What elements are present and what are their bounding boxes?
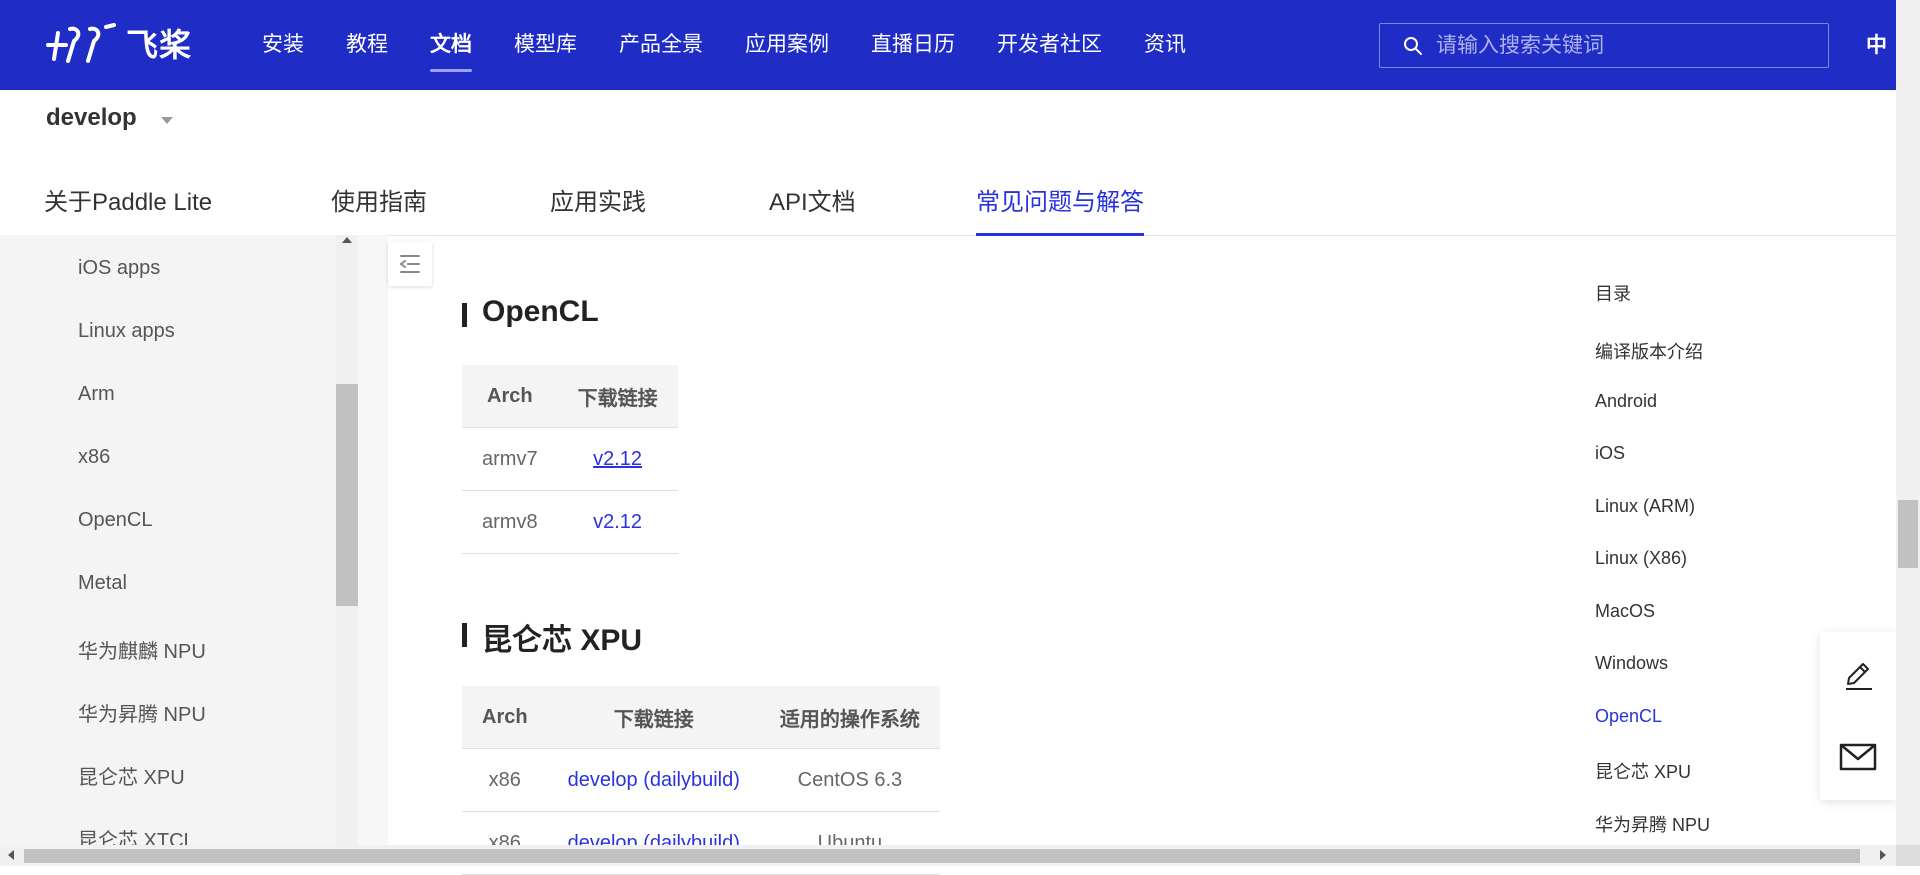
table-cell-arch: armv7	[462, 427, 558, 491]
sidebar-nav: iOS apps Linux apps Arm x86 OpenCL Metal…	[0, 235, 336, 845]
search-input[interactable]	[1436, 30, 1806, 62]
table-row: armv7 v2.12	[462, 427, 678, 491]
version-selector[interactable]: develop	[46, 104, 173, 132]
table-row: armv8 v2.12	[462, 490, 678, 554]
mail-icon	[1839, 743, 1877, 771]
nav-item-models[interactable]: 模型库	[514, 0, 577, 90]
table-header: Arch	[462, 365, 558, 428]
toc-title: 目录	[1595, 284, 1631, 304]
floating-actions	[1820, 632, 1896, 800]
scroll-left-arrow-icon[interactable]	[8, 850, 14, 860]
nav-item-live[interactable]: 直播日历	[871, 0, 955, 90]
download-link[interactable]: v2.12	[593, 511, 642, 533]
tab-about[interactable]: 关于Paddle Lite	[44, 182, 212, 217]
search-icon	[1404, 37, 1422, 55]
page-vertical-scrollbar[interactable]	[1896, 0, 1920, 845]
nav-item-community[interactable]: 开发者社区	[997, 0, 1102, 90]
toc-item-ascend-npu[interactable]: 华为昇腾 NPU	[1595, 811, 1710, 837]
toc-item-linux-x86[interactable]: Linux (X86)	[1595, 548, 1687, 569]
table-header: 下载链接	[547, 686, 760, 749]
search-box[interactable]	[1379, 23, 1829, 68]
toc-item-macos[interactable]: MacOS	[1595, 601, 1655, 622]
sidebar-scroll-thumb[interactable]	[336, 384, 358, 606]
section-title-text: 昆仑芯 XPU	[482, 624, 643, 657]
section-title-xpu: 昆仑芯 XPU	[462, 615, 642, 659]
sidebar-item-linux-apps[interactable]: Linux apps	[78, 320, 175, 343]
sidebar-item-arm[interactable]: Arm	[78, 383, 115, 406]
sidebar-item-ios-apps[interactable]: iOS apps	[78, 257, 160, 280]
toc-item-opencl[interactable]: OpenCL	[1595, 706, 1662, 727]
paddle-logo-mark-icon	[46, 23, 116, 63]
sidebar-item-opencl[interactable]: OpenCL	[78, 509, 153, 532]
pencil-icon	[1846, 663, 1872, 690]
tab-api-docs[interactable]: API文档	[769, 182, 856, 217]
paddle-logo[interactable]: 飞桨	[44, 18, 192, 68]
toc-item-linux-arm[interactable]: Linux (ARM)	[1595, 496, 1695, 517]
download-link[interactable]: develop (dailybuild)	[568, 769, 740, 791]
table-header: 适用的操作系统	[759, 686, 940, 749]
feedback-mail-button[interactable]	[1838, 736, 1878, 776]
page-vertical-scroll-thumb[interactable]	[1898, 500, 1918, 568]
edit-button[interactable]	[1838, 656, 1878, 696]
table-cell-link: v2.12	[557, 490, 678, 554]
version-label: develop	[46, 104, 137, 131]
language-switch[interactable]: 中	[1866, 0, 1887, 92]
sidebar-item-kunlunxin-xpu[interactable]: 昆仑芯 XPU	[78, 761, 185, 790]
nav-item-cases[interactable]: 应用案例	[745, 0, 829, 90]
toc-item-windows[interactable]: Windows	[1595, 653, 1668, 674]
logo-text: 飞桨	[126, 26, 193, 64]
sidebar-scrollbar[interactable]	[336, 235, 358, 845]
table-row: x86 develop (dailybuild) CentOS 6.3	[462, 748, 940, 812]
table-header: 下载链接	[557, 365, 678, 428]
opencl-download-table: Arch 下载链接 armv7 v2.12 armv8 v2.12	[462, 365, 678, 554]
chevron-down-icon	[160, 116, 173, 124]
table-cell-link: v2.12	[557, 427, 678, 491]
nav-item-install[interactable]: 安装	[262, 0, 304, 90]
section-title-text: OpenCL	[482, 295, 599, 328]
tab-user-guide[interactable]: 使用指南	[331, 182, 427, 217]
scroll-up-arrow-icon[interactable]	[342, 237, 352, 243]
page-horizontal-scroll-thumb[interactable]	[24, 849, 1860, 863]
nav-item-tutorial[interactable]: 教程	[346, 0, 388, 90]
download-link[interactable]: v2.12	[593, 448, 642, 470]
table-header: Arch	[462, 686, 548, 749]
toc-item-build-intro[interactable]: 编译版本介绍	[1595, 338, 1703, 364]
scroll-right-arrow-icon[interactable]	[1880, 850, 1886, 860]
collapse-sidebar-button[interactable]	[388, 242, 432, 286]
sidebar-item-ascend-npu[interactable]: 华为昇腾 NPU	[78, 698, 206, 727]
scrollbar-corner	[1896, 845, 1920, 866]
tab-practice[interactable]: 应用实践	[550, 182, 646, 217]
toc-item-android[interactable]: Android	[1595, 391, 1657, 412]
top-navbar: 飞桨 安装 教程 文档 模型库 产品全景 应用案例 直播日历 开发者社区 资讯 …	[0, 0, 1896, 90]
section-title-opencl: OpenCL	[462, 295, 599, 329]
sidebar-item-x86[interactable]: x86	[78, 446, 110, 469]
doc-tabs: 关于Paddle Lite 使用指南 应用实践 API文档 常见问题与解答	[0, 148, 1896, 236]
sidebar-item-metal[interactable]: Metal	[78, 572, 127, 595]
collapse-sidebar-icon	[399, 255, 420, 273]
table-cell-arch: x86	[462, 748, 548, 812]
toc-item-ios[interactable]: iOS	[1595, 443, 1625, 464]
table-cell-os: CentOS 6.3	[759, 748, 940, 812]
table-cell-arch: armv8	[462, 490, 558, 554]
nav-item-products[interactable]: 产品全景	[619, 0, 703, 90]
toc-item-kunlunxin-xpu[interactable]: 昆仑芯 XPU	[1595, 758, 1691, 784]
tab-faq[interactable]: 常见问题与解答	[976, 182, 1144, 236]
main-nav: 安装 教程 文档 模型库 产品全景 应用案例 直播日历 开发者社区 资讯	[262, 0, 1228, 90]
sidebar-item-kunlunxin-xtcl[interactable]: 昆仑芯 XTCL	[78, 824, 195, 845]
nav-item-news[interactable]: 资讯	[1144, 0, 1186, 90]
nav-item-docs[interactable]: 文档	[430, 0, 472, 90]
table-cell-link: develop (dailybuild)	[547, 748, 760, 812]
content-divider	[358, 235, 388, 845]
sidebar-item-kirin-npu[interactable]: 华为麒麟 NPU	[78, 635, 206, 664]
